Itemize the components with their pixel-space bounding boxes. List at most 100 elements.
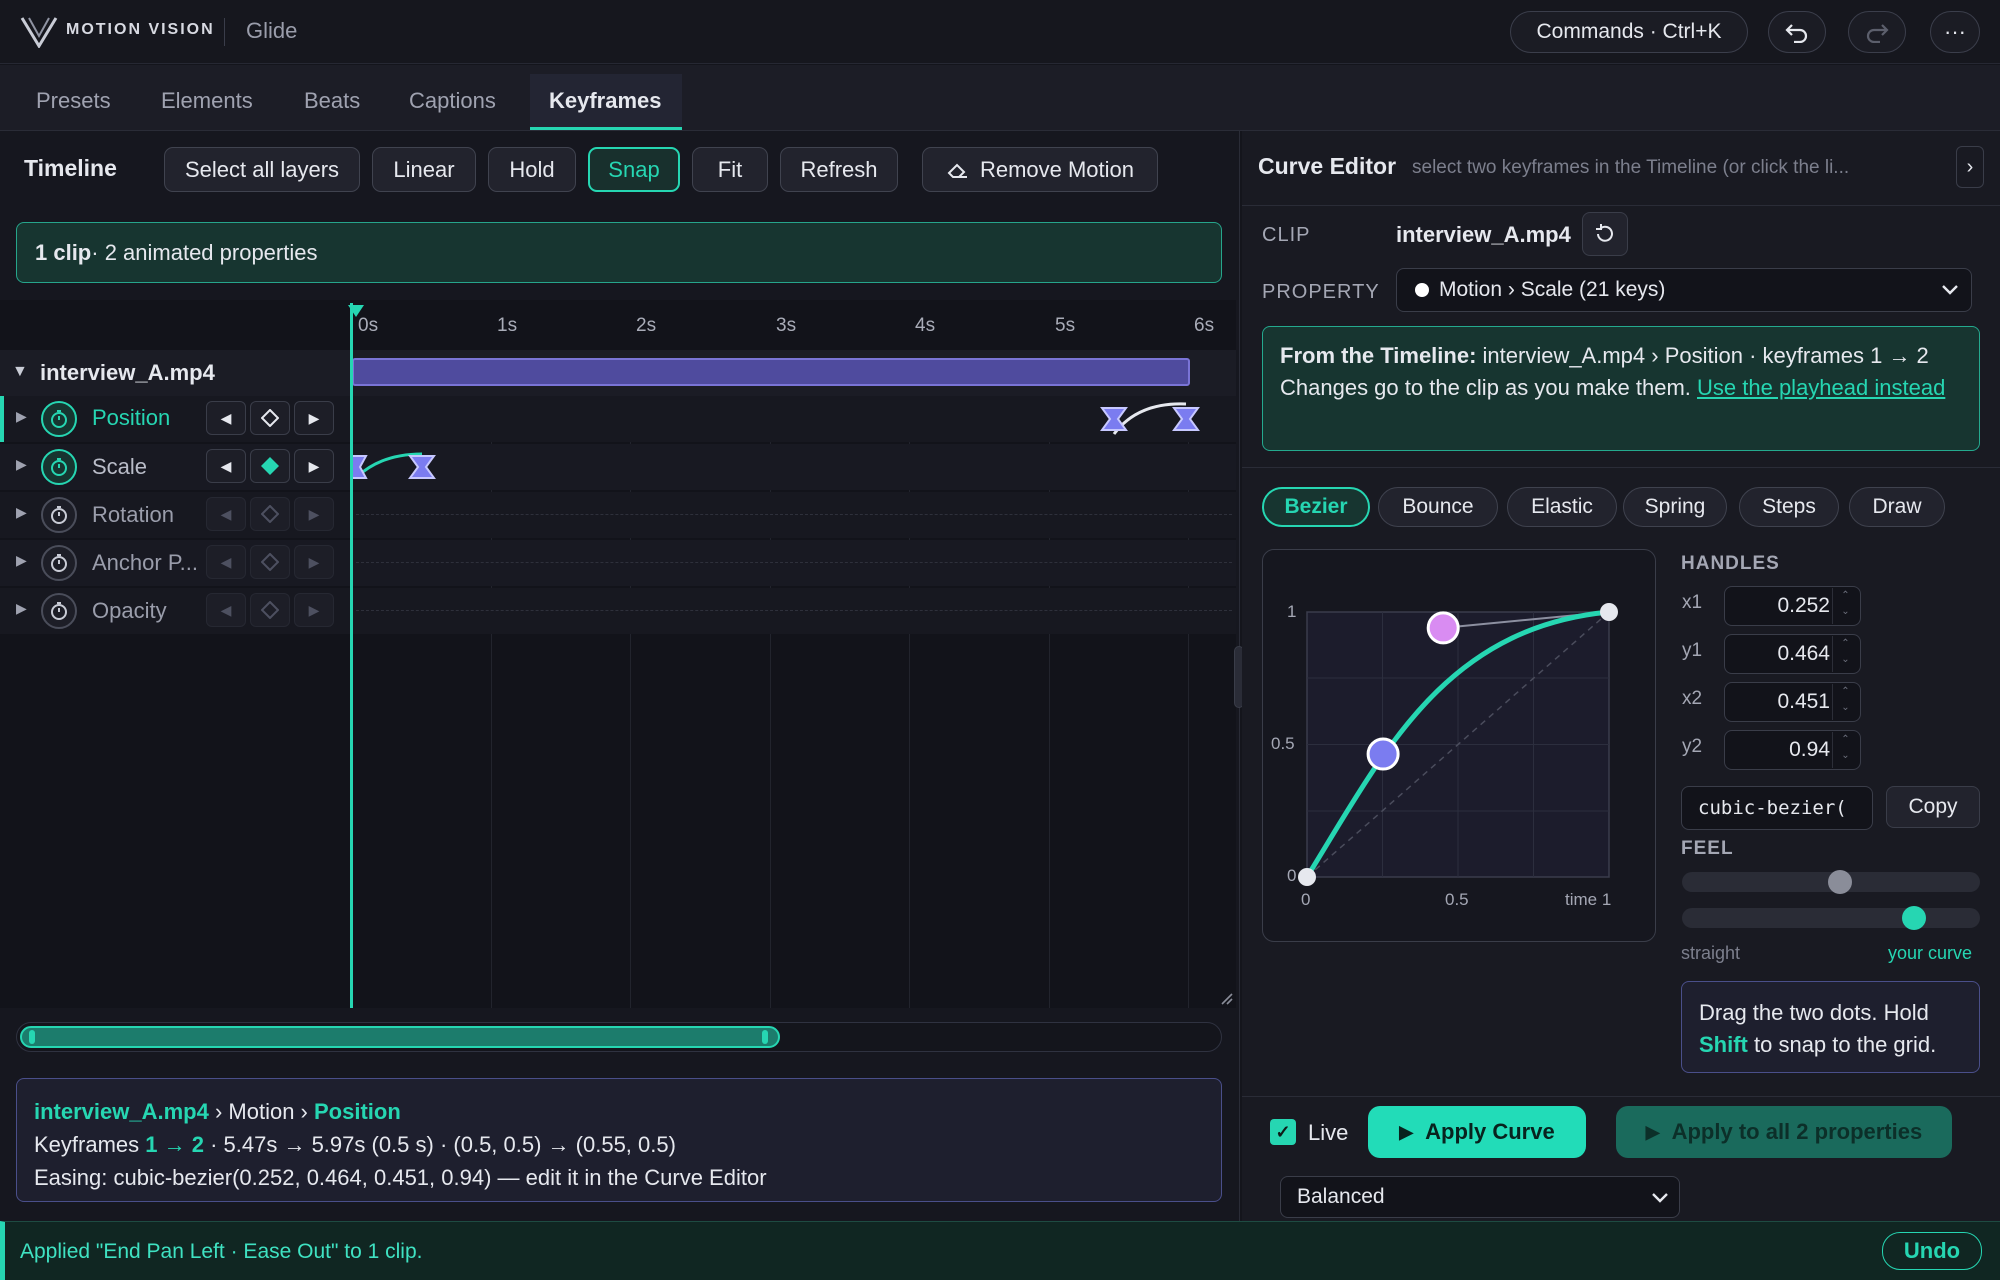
handle-x1-stepper[interactable]: ⌃ ⌄ [1832,588,1858,624]
prev-keyframe-button[interactable]: ◀ [206,545,246,579]
tab-keyframes[interactable]: Keyframes [549,88,662,114]
reset-clip-button[interactable] [1582,212,1628,256]
bezier-handle-2[interactable] [1426,611,1460,645]
live-checkbox[interactable]: ✓ [1270,1119,1296,1145]
add-keyframe-button[interactable] [250,401,290,435]
bezier-handle-1[interactable] [1366,737,1400,771]
linear-button[interactable]: Linear [372,147,476,192]
keyframe-marker[interactable] [408,455,436,479]
tab-captions[interactable]: Captions [409,88,496,114]
property-row-position[interactable] [0,396,1236,442]
add-keyframe-button[interactable] [250,497,290,531]
undo-icon [1785,24,1808,43]
property-select[interactable]: Motion › Scale (21 keys) [1396,268,1972,312]
bezier-curve-canvas[interactable] [1263,550,1657,943]
prev-keyframe-button[interactable]: ◀ [206,497,246,531]
next-keyframe-button[interactable]: ▶ [294,497,334,531]
tab-presets[interactable]: Presets [36,88,111,114]
clip-label: CLIP [1262,224,1311,246]
feel-preset-select[interactable]: Balanced [1280,1176,1680,1218]
property-row-rotation[interactable] [0,492,1236,538]
tab-elements[interactable]: Elements [161,88,253,114]
stopwatch-icon[interactable] [41,449,77,485]
play-icon: ▶ [1645,1121,1660,1142]
apply-curve-button[interactable]: ▶ Apply Curve [1368,1106,1586,1158]
position-keyframe-curve[interactable] [1098,398,1202,440]
info-clip: interview_A.mp4 [34,1099,209,1124]
easing-tab-steps[interactable]: Steps [1739,487,1839,527]
scale-keyframe-curve[interactable] [348,446,440,488]
commands-button[interactable]: Commands · Ctrl+K [1510,11,1748,53]
more-options-button[interactable]: ··· [1930,11,1980,53]
stopwatch-icon[interactable] [41,401,77,437]
add-keyframe-button[interactable] [250,449,290,483]
notice-detail: interview_A.mp4 › Position · keyframes 1… [1476,343,1929,368]
stopwatch-icon[interactable] [41,497,77,533]
prev-keyframe-button[interactable]: ◀ [206,449,246,483]
clip-bar[interactable] [352,358,1190,386]
handle-y2-stepper[interactable]: ⌃ ⌄ [1832,732,1858,768]
curve-graph[interactable]: 1 0.5 0 0 0.5 time 1 [1262,549,1656,942]
apply-curve-label: Apply Curve [1425,1119,1555,1144]
redo-button[interactable] [1848,11,1906,53]
info-easing: Easing: cubic-bezier(0.252, 0.464, 0.451… [34,1165,767,1190]
property-row-scale[interactable] [0,444,1236,490]
easing-tab-bezier[interactable]: Bezier [1262,487,1370,527]
info-path: interview_A.mp4 › Motion › Position [34,1095,1204,1128]
undo-button[interactable] [1768,11,1826,53]
expand-caret-icon[interactable]: ▶ [16,504,27,521]
expand-caret-icon[interactable]: ▶ [16,456,27,473]
scroll-thumb-start-handle[interactable] [29,1030,35,1044]
keyframe-marker[interactable] [1172,407,1200,431]
refresh-button[interactable]: Refresh [780,147,898,192]
feel-slider-knob[interactable] [1902,906,1926,930]
playhead[interactable] [350,303,353,1008]
add-keyframe-button[interactable] [250,593,290,627]
expand-caret-icon[interactable]: ▶ [16,552,27,569]
tab-beats[interactable]: Beats [304,88,360,114]
use-playhead-link[interactable]: Use the playhead instead [1697,375,1945,400]
resize-grip-icon[interactable] [1218,990,1234,1006]
scroll-thumb-end-handle[interactable] [762,1030,768,1044]
next-keyframe-button[interactable]: ▶ [294,593,334,627]
handle-y1-stepper[interactable]: ⌃ ⌄ [1832,636,1858,672]
easing-tab-spring[interactable]: Spring [1623,487,1727,527]
stopwatch-icon[interactable] [41,593,77,629]
remove-motion-button[interactable]: Remove Motion [922,147,1158,192]
handle-x2-stepper[interactable]: ⌃ ⌄ [1832,684,1858,720]
keyframe-marker[interactable] [1100,407,1128,431]
fit-button[interactable]: Fit [692,147,768,192]
hold-button[interactable]: Hold [488,147,576,192]
snap-toggle[interactable]: Snap [588,147,680,192]
chevron-right-icon: › [1966,155,1974,178]
selection-count: 1 clip [35,239,92,265]
selection-banner: 1 clip · 2 animated properties [16,222,1222,283]
next-keyframe-button[interactable]: ▶ [294,449,334,483]
next-keyframe-button[interactable]: ▶ [294,545,334,579]
scrollbar-thumb[interactable] [20,1026,780,1048]
x-tick-label: 0 [1301,890,1311,909]
ruler-tick-label: 5s [1055,315,1076,336]
stopwatch-icon[interactable] [41,545,77,581]
collapse-panel-button[interactable]: › [1956,146,1984,188]
easing-tab-elastic[interactable]: Elastic [1507,487,1617,527]
add-keyframe-button[interactable] [250,545,290,579]
bezier-code-field[interactable]: cubic-bezier( [1681,786,1873,830]
prev-keyframe-button[interactable]: ◀ [206,401,246,435]
prev-keyframe-button[interactable]: ◀ [206,593,246,627]
keyframe-marker[interactable] [351,455,368,479]
collapse-caret-icon[interactable]: ▼ [12,363,28,381]
feel-slider-reference-knob[interactable] [1828,870,1852,894]
feel-slider[interactable] [1682,908,1980,928]
easing-tab-draw[interactable]: Draw [1849,487,1945,527]
x-tick-label: time 1 [1565,890,1612,909]
expand-caret-icon[interactable]: ▶ [16,408,27,425]
next-keyframe-button[interactable]: ▶ [294,401,334,435]
easing-tab-bounce[interactable]: Bounce [1378,487,1498,527]
property-row-opacity[interactable] [0,588,1236,634]
expand-caret-icon[interactable]: ▶ [16,600,27,617]
status-undo-button[interactable]: Undo [1882,1232,1982,1270]
apply-all-properties-button[interactable]: ▶ Apply to all 2 properties [1616,1106,1952,1158]
select-all-layers-button[interactable]: Select all layers [164,147,360,192]
copy-button[interactable]: Copy [1886,786,1980,828]
